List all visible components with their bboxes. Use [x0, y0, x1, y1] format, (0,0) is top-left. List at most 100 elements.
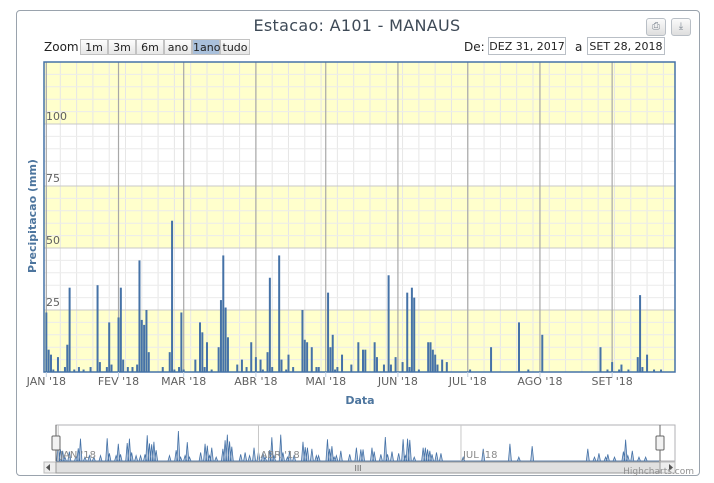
x-axis-ticks: JAN '18 FEV '18 MAR '18 ABR '18 MAI '18 JUN '… — [26, 372, 633, 388]
bar — [431, 349, 434, 372]
bar — [599, 347, 602, 372]
bar — [611, 362, 614, 372]
bar — [171, 220, 174, 372]
bar — [168, 352, 171, 372]
bar — [620, 364, 623, 372]
x-tick-label: FEV '18 — [98, 375, 139, 388]
bar — [259, 359, 262, 372]
bar — [143, 324, 146, 372]
bar — [250, 342, 253, 372]
bar — [541, 334, 544, 372]
bar — [56, 357, 59, 372]
bar — [306, 342, 309, 372]
bar — [517, 322, 520, 372]
y-tick-label: 75 — [46, 172, 60, 185]
bar — [303, 339, 306, 372]
bar — [140, 319, 143, 372]
plot-area — [43, 61, 676, 373]
bar — [427, 342, 430, 372]
bar — [194, 359, 197, 372]
bar — [236, 364, 239, 372]
bar — [327, 292, 330, 372]
bar — [361, 349, 364, 372]
bar — [47, 349, 50, 372]
navigator-label: JAN '18 — [59, 450, 96, 461]
bar — [401, 362, 404, 372]
bar — [331, 334, 334, 372]
navigator-left-handle — [51, 435, 61, 451]
bar — [45, 312, 48, 372]
bar — [122, 359, 125, 372]
bar — [357, 342, 360, 372]
bar — [266, 352, 269, 372]
bar — [254, 357, 257, 372]
plot-band — [44, 186, 675, 248]
credits-label[interactable]: Highcharts.com — [623, 467, 694, 477]
bar — [287, 354, 290, 372]
bar — [217, 347, 220, 372]
x-tick-label: JAN '18 — [26, 375, 66, 388]
bar — [639, 295, 642, 372]
bar — [136, 364, 139, 372]
navigator-label: ABR '18 — [260, 450, 299, 461]
bar — [646, 354, 649, 372]
bar — [389, 364, 392, 372]
bar — [441, 359, 444, 372]
bar — [240, 359, 243, 372]
chart-plot: Precipitacao (mm) Data 25 50 75 100 JAN '18… — [26, 61, 694, 477]
bar — [145, 310, 148, 372]
bar — [436, 364, 439, 372]
bar — [406, 292, 409, 372]
bar — [329, 347, 332, 372]
chart-container: Estacao: A101 - MANAUS ⎙ ⤓ Zoom 1m 3m 6m… — [0, 0, 714, 483]
bar — [490, 347, 493, 372]
bar — [68, 287, 71, 372]
bar — [219, 300, 222, 372]
scrollbar-grip: III — [354, 464, 361, 473]
bar — [382, 364, 385, 372]
bar — [199, 322, 202, 372]
bar — [278, 255, 281, 372]
bar — [268, 277, 271, 372]
x-tick-label: ABR '18 — [234, 375, 277, 388]
x-tick-label: JUN '18 — [377, 375, 418, 388]
bar — [180, 312, 183, 372]
bar — [117, 317, 120, 372]
bar — [387, 275, 390, 372]
bar — [375, 357, 378, 372]
bar — [310, 347, 313, 372]
bar — [341, 354, 344, 372]
x-tick-label: JUL '18 — [448, 375, 487, 388]
bar — [224, 307, 227, 372]
bar — [364, 349, 367, 372]
bar — [636, 357, 639, 372]
x-axis-title: Data — [345, 394, 374, 407]
bar — [413, 297, 416, 372]
bar — [445, 362, 448, 372]
bar — [108, 322, 111, 372]
x-tick-label: MAR '18 — [161, 375, 206, 388]
y-tick-label: 50 — [46, 234, 60, 247]
bar — [222, 255, 225, 372]
x-tick-label: MAI '18 — [305, 375, 346, 388]
bar — [110, 364, 113, 372]
bar — [429, 342, 432, 372]
bar — [205, 342, 208, 372]
bar — [138, 260, 141, 372]
bar — [201, 332, 204, 372]
y-axis-title: Precipitacao (mm) — [26, 159, 39, 273]
bar — [434, 354, 437, 372]
navigator-label: JUL '18 — [462, 450, 498, 461]
bar — [301, 310, 304, 372]
plot-band — [44, 62, 675, 124]
navigator-right-handle — [655, 435, 665, 451]
bar — [410, 287, 413, 372]
bar — [226, 337, 229, 372]
navigator[interactable]: JAN '18 ABR '18 JUL '18 III — [43, 424, 676, 474]
x-tick-label: AGO '18 — [517, 375, 562, 388]
bar — [119, 287, 122, 372]
bar — [98, 362, 101, 372]
bar — [96, 285, 99, 372]
bar — [394, 357, 397, 372]
x-tick-label: SET '18 — [592, 375, 633, 388]
